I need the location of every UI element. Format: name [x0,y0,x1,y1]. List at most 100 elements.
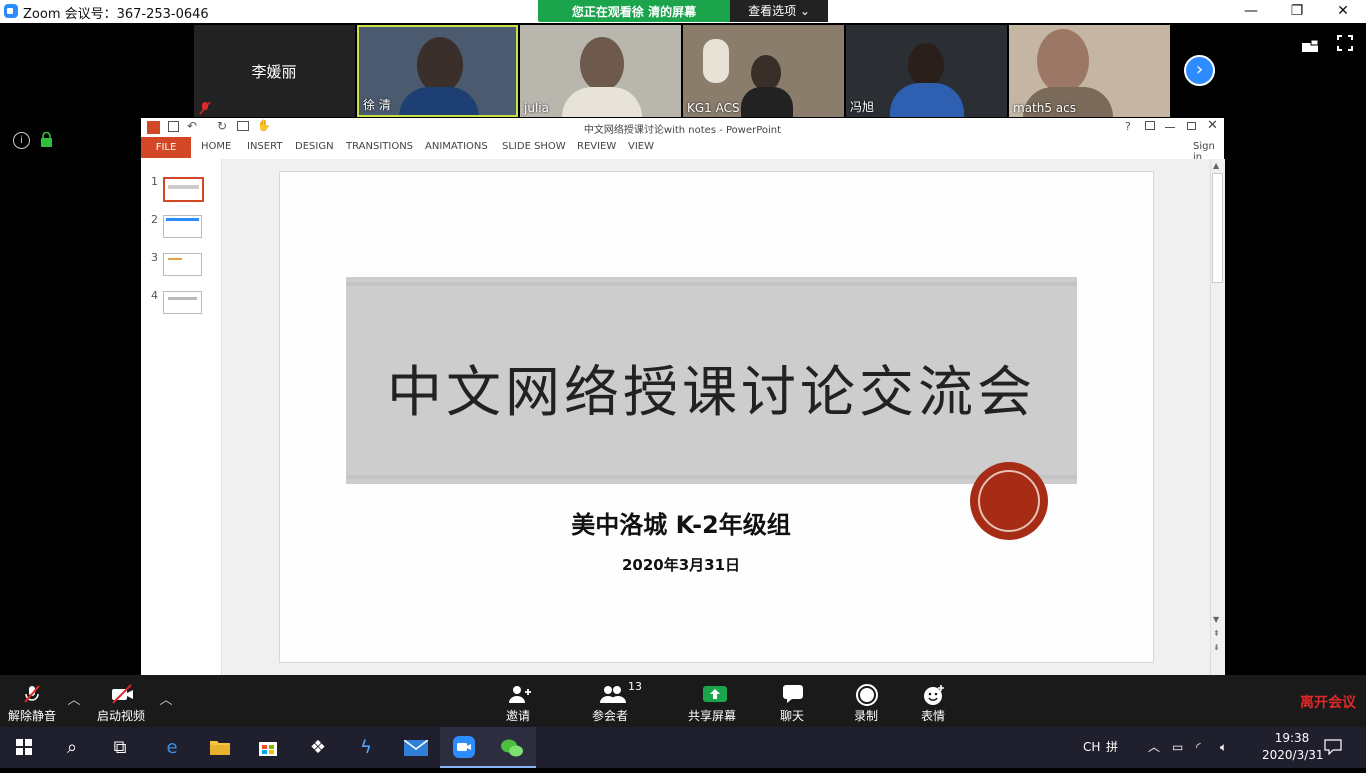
slide-date: 2020年3月31日 [621,556,741,574]
participant-name: KG1 ACS [687,101,740,115]
info-icon[interactable]: i [13,132,30,149]
participant-tile[interactable]: 李媛丽 [194,25,355,117]
ppt-minimize-button[interactable] [1165,127,1175,128]
windows-start-icon[interactable] [0,727,48,768]
thumbnail-number: 3 [151,251,158,264]
ppt-restore-button[interactable] [1187,122,1196,130]
task-view-icon[interactable]: ⧉ [96,727,144,768]
participants-button[interactable]: 13 参会者 [570,675,650,727]
participant-tile[interactable]: KG1 ACS [683,25,844,117]
title-banner: 中文网络授课讨论交流会 [346,277,1077,484]
smiley-icon [923,684,944,705]
participant-tile[interactable]: 徐 清 [357,25,518,117]
store-icon[interactable] [244,727,292,768]
layout-icon[interactable] [1302,37,1319,52]
ime-indicator[interactable]: 拼 [1106,727,1118,768]
restore-button[interactable]: ❐ [1274,0,1320,23]
tab-review[interactable]: REVIEW [577,141,616,152]
audio-options-caret[interactable]: ︿ [66,689,82,708]
mail-icon[interactable] [392,727,440,768]
unmute-button[interactable]: 解除静音 [0,675,64,727]
notifications-icon[interactable] [1324,727,1344,768]
window-title: Zoom 会议号：367-253-0646 [23,7,209,22]
edge-browser-icon[interactable]: e [148,727,196,768]
start-video-button[interactable]: 启动视频 [86,675,156,727]
thumbnail-number: 1 [151,175,158,188]
participant-count: 13 [628,680,642,693]
scroll-up-icon[interactable]: ▲ [1213,161,1219,170]
search-icon[interactable]: ⌕ [48,727,96,768]
slide-canvas[interactable]: 中文网络授课讨论交流会 美中洛城 K-2年级组 2020年3月31日 [279,171,1154,663]
minimize-button[interactable]: — [1228,0,1274,23]
slide-thumbnail[interactable] [163,253,202,276]
fullscreen-icon[interactable] [1337,35,1353,51]
share-screen-button[interactable]: 共享屏幕 [672,675,752,727]
reactions-button[interactable]: 表情 [893,675,973,727]
tab-view[interactable]: VIEW [628,141,654,152]
share-banner-text: 您正在观看徐 清的屏幕 [571,5,697,19]
thumbnail-number: 4 [151,289,158,302]
wifi-icon[interactable]: ◜ [1196,727,1201,768]
wechat-icon[interactable] [488,727,536,768]
slide-thumbnail-pane: 1 2 3 4 [141,159,222,675]
chat-icon [782,684,803,704]
zoom-logo-icon [4,4,18,18]
participant-video [751,55,781,91]
tab-animations[interactable]: ANIMATIONS [425,141,488,152]
muted-mic-icon [199,100,211,115]
participant-video [1037,29,1089,93]
battery-icon[interactable]: ▭ [1172,727,1183,768]
lock-icon [40,131,53,147]
ppt-close-button[interactable]: ✕ [1207,118,1218,133]
slide-thumbnail[interactable] [163,215,202,238]
dropbox-icon[interactable]: ❖ [294,727,342,768]
help-button[interactable]: ? [1125,120,1131,133]
volume-icon[interactable]: 🔈︎ [1220,727,1227,768]
slide-subtitle: 美中洛城 K-2年级组 [571,511,791,539]
powerpoint-window: ↶ ↻ ✋ 中文网络授课讨论with notes - PowerPoint ? … [141,118,1225,675]
screen-share-banner: 您正在观看徐 清的屏幕 查看选项 ⌄ [538,0,828,22]
scroll-down-icon[interactable]: ▼ [1213,615,1219,624]
previous-slide-icon[interactable]: ⇞ [1213,629,1220,638]
tab-slide-show[interactable]: SLIDE SHOW [502,141,566,152]
video-off-icon [111,684,133,704]
view-options-button[interactable]: 查看选项 ⌄ [730,0,828,22]
record-icon [856,684,878,706]
participant-video [580,37,624,91]
start-video-label: 启动视频 [96,709,145,723]
unmute-label: 解除静音 [7,709,56,723]
meeting-controls: 解除静音 ︿ 启动视频 ︿ 邀请 13 参会者 共享屏幕 聊天 录制 表情 离开… [0,675,1366,727]
tab-design[interactable]: DESIGN [295,141,334,152]
next-page-arrow-button[interactable]: › [1184,55,1215,86]
participant-tile[interactable]: julia [520,25,681,117]
participant-name: math5 acs [1013,101,1077,115]
chat-button[interactable]: 聊天 [752,675,832,727]
muted-mic-icon [22,684,42,704]
zoom-taskbar-icon[interactable] [440,727,488,768]
share-screen-label: 共享屏幕 [687,709,736,723]
slide-thumbnail[interactable] [163,291,202,314]
video-options-caret[interactable]: ︿ [158,689,174,708]
next-slide-icon[interactable]: ⇟ [1213,643,1220,652]
ribbon-display-options-icon[interactable] [1145,121,1155,130]
language-indicator[interactable]: CH [1083,727,1100,768]
scroll-thumb[interactable] [1212,173,1223,283]
tab-transitions[interactable]: TRANSITIONS [346,141,413,152]
participant-tile[interactable]: math5 acs [1009,25,1170,117]
participant-video [417,37,463,93]
file-explorer-icon[interactable] [196,727,244,768]
add-person-icon [508,684,531,704]
vertical-scrollbar[interactable]: ▲ ▼ ⇞ ⇟ [1210,159,1225,675]
show-hidden-icons-chevron[interactable]: ︿ [1148,727,1160,768]
tab-insert[interactable]: INSERT [247,141,282,152]
participant-tile[interactable]: 冯旭 [846,25,1007,117]
invite-button[interactable]: 邀请 [478,675,558,727]
leave-meeting-button[interactable]: 离开会议 [1300,692,1356,712]
visual-studio-icon[interactable]: ϟ [342,727,390,768]
close-button[interactable]: ✕ [1320,0,1366,23]
system-clock[interactable]: 19:38 2020/3/31 [1262,730,1324,764]
tab-home[interactable]: HOME [201,141,231,152]
file-tab[interactable]: FILE [141,137,191,158]
slide-thumbnail[interactable] [163,177,204,202]
share-screen-icon [702,684,727,704]
